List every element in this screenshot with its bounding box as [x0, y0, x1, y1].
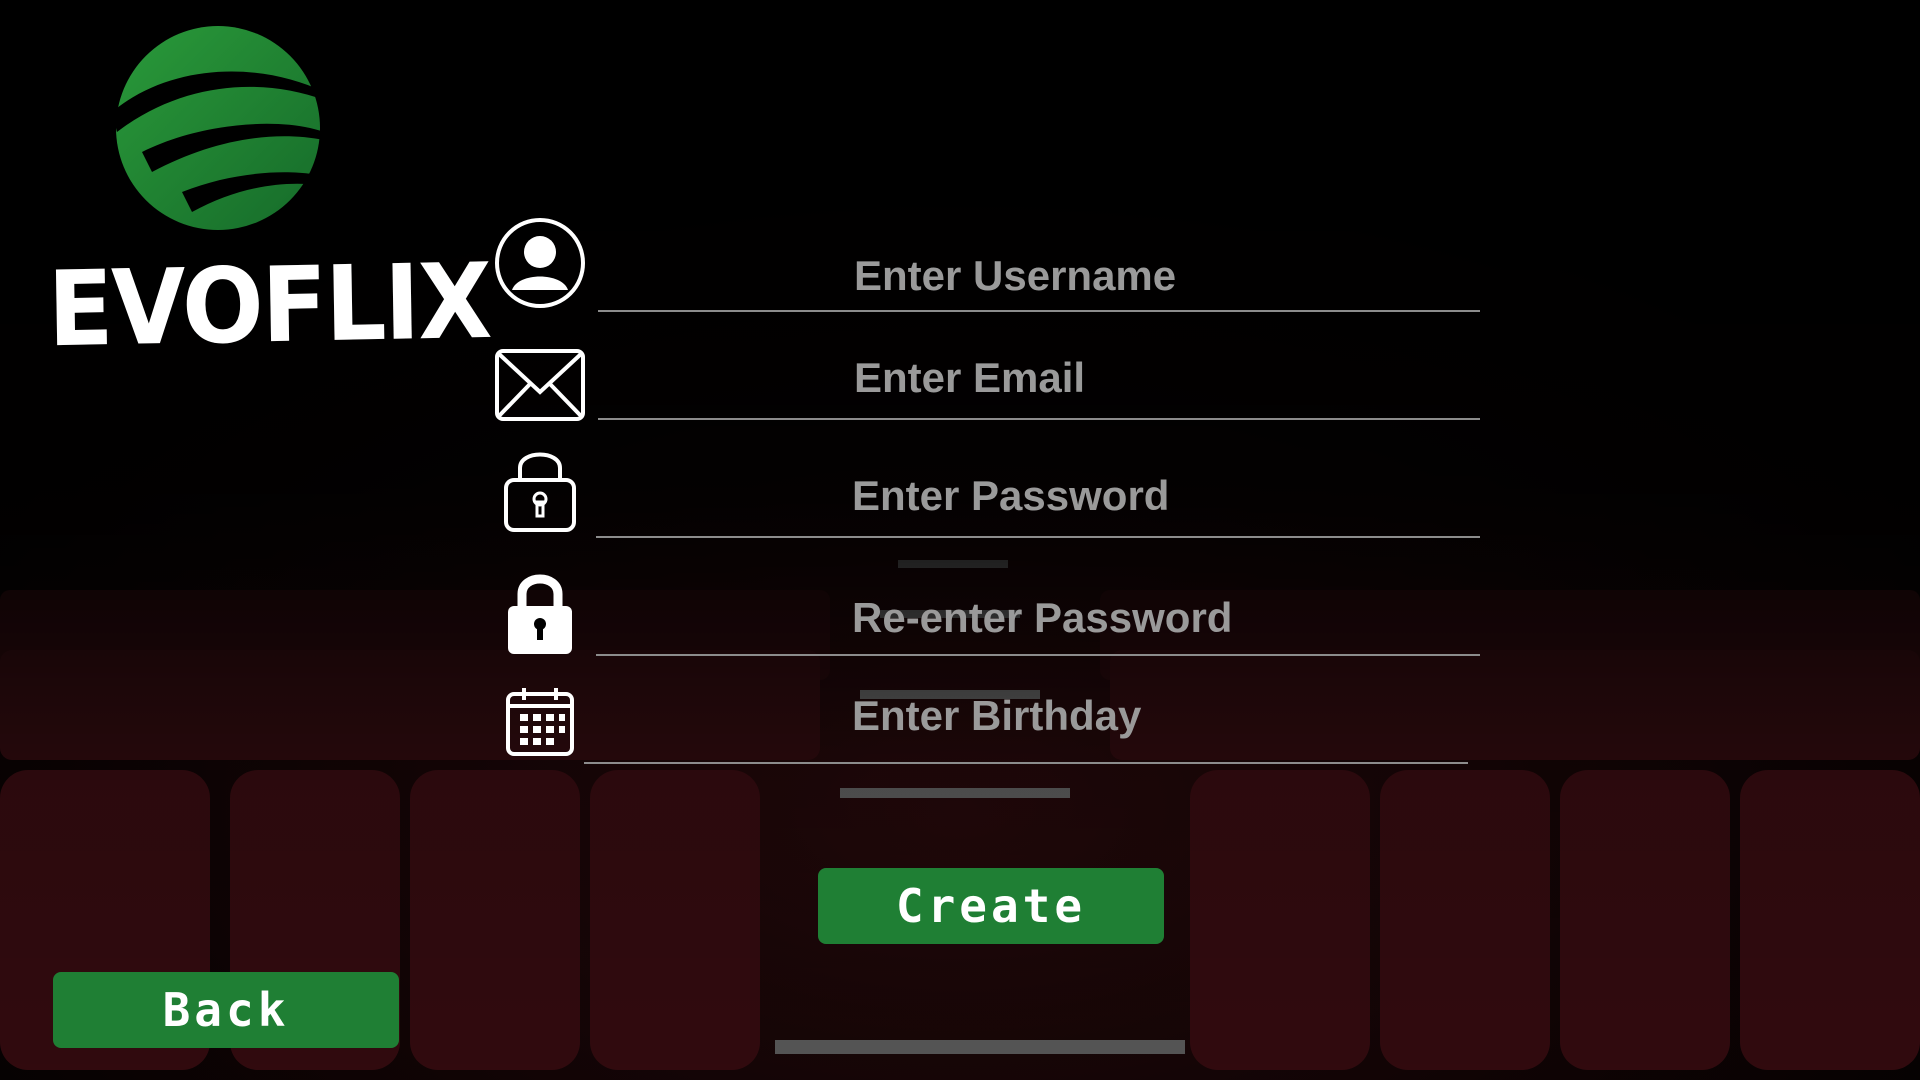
email-field[interactable] — [494, 348, 1480, 458]
lock-open-outline-icon — [504, 452, 576, 532]
reenter-password-underline — [596, 654, 1480, 656]
username-input[interactable] — [854, 246, 1454, 306]
password-field[interactable] — [494, 444, 1480, 554]
reenter-password-input[interactable] — [852, 588, 1472, 648]
create-button[interactable]: Create — [818, 868, 1164, 944]
email-input[interactable] — [854, 348, 1454, 408]
username-field[interactable] — [494, 218, 1480, 328]
back-button[interactable]: Back — [53, 972, 399, 1048]
calendar-icon — [506, 688, 574, 756]
username-underline — [598, 310, 1480, 312]
birthday-underline — [584, 762, 1468, 764]
birthday-field[interactable] — [494, 686, 1480, 796]
user-icon — [495, 218, 585, 308]
email-underline — [598, 418, 1480, 420]
password-underline — [596, 536, 1480, 538]
birthday-input[interactable] — [852, 686, 1452, 746]
brand-wordmark: EVOFLIX — [46, 240, 492, 371]
evoflix-logo-icon — [112, 26, 324, 230]
reenter-password-field[interactable] — [494, 572, 1480, 682]
password-input[interactable] — [852, 466, 1452, 526]
lock-filled-icon — [508, 574, 572, 654]
envelope-icon — [495, 349, 585, 421]
